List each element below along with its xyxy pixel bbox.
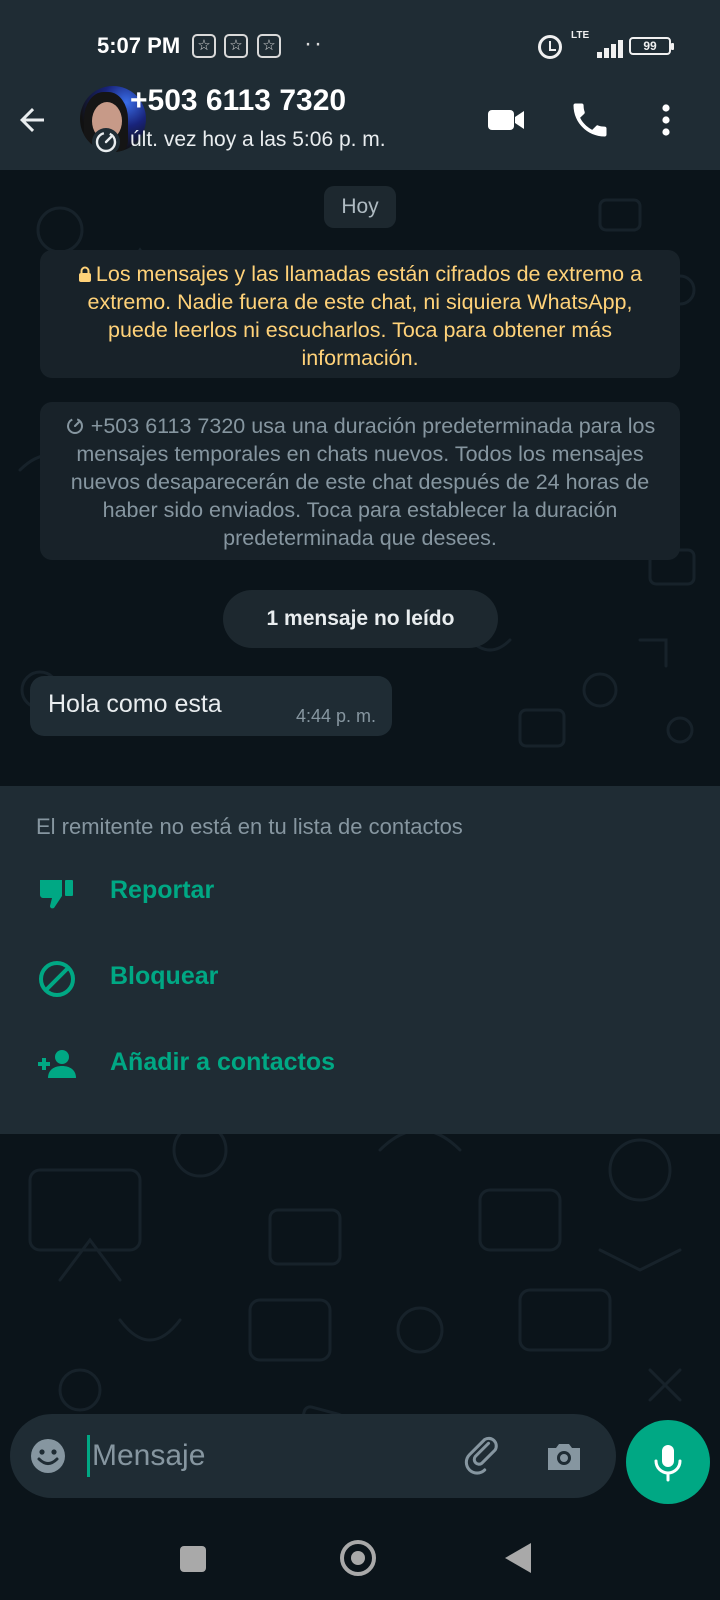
back-arrow-icon[interactable] (14, 102, 50, 138)
status-time: 5:07 PM (97, 33, 181, 58)
more-options-icon[interactable] (644, 98, 688, 142)
video-call-icon[interactable] (484, 98, 528, 142)
last-seen: últ. vez hoy a las 5:06 p. m. (130, 128, 386, 151)
encryption-notice-text: Los mensajes y las llamadas están cifrad… (87, 262, 643, 370)
add-person-icon (38, 1050, 76, 1078)
status-icons: LTE 99 (530, 28, 680, 62)
message-text: Hola como esta (48, 690, 222, 718)
unknown-sender-panel: El remitente no está en tu lista de cont… (0, 786, 720, 1134)
thumbs-down-icon (40, 880, 73, 909)
mic-icon (654, 1445, 682, 1482)
unknown-sender-info: El remitente no está en tu lista de cont… (36, 814, 463, 839)
contact-name[interactable]: +503 6113 7320 (130, 84, 346, 118)
star-notification-icon: ☆ (224, 34, 248, 58)
home-button[interactable] (340, 1540, 376, 1576)
camera-icon[interactable] (542, 1434, 586, 1478)
block-button[interactable]: Bloquear (0, 942, 720, 1012)
battery-icon: 99 (629, 37, 674, 55)
incoming-message-bubble[interactable]: Hola como esta 4:44 p. m. (30, 676, 392, 736)
battery-level: 99 (643, 39, 657, 53)
chat-area[interactable]: Hoy Los mensajes y las llamadas están ci… (0, 170, 720, 1540)
attach-icon[interactable] (462, 1434, 506, 1478)
app-bar: +503 6113 7320 últ. vez hoy a las 5:06 p… (0, 82, 720, 170)
navigation-bar (0, 1540, 720, 1600)
status-bar: 5:07 PM ☆ ☆ ☆ ·· LTE 99 (0, 0, 720, 90)
add-contact-button[interactable]: Añadir a contactos (0, 1028, 720, 1098)
report-button[interactable]: Reportar (0, 856, 720, 926)
alarm-icon (538, 35, 562, 59)
star-notification-icon: ☆ (192, 34, 216, 58)
date-chip: Hoy (324, 186, 396, 228)
message-time: 4:44 p. m. (295, 706, 376, 726)
timer-icon (66, 418, 83, 434)
voice-call-icon[interactable] (568, 98, 612, 142)
emoji-icon[interactable] (28, 1436, 68, 1476)
encryption-notice[interactable]: Los mensajes y las llamadas están cifrad… (40, 250, 680, 378)
top-bar: 5:07 PM ☆ ☆ ☆ ·· LTE 99 +503 6113 7320 ú… (0, 0, 720, 170)
add-contact-label: Añadir a contactos (110, 1048, 336, 1076)
back-button[interactable] (505, 1543, 531, 1573)
star-notification-icon: ☆ (257, 34, 281, 58)
signal-icon (585, 38, 625, 58)
more-notifications-icon: ·· (304, 30, 324, 57)
lock-icon (78, 266, 91, 282)
report-label: Reportar (110, 876, 215, 904)
unread-messages-chip: 1 mensaje no leído (223, 590, 498, 648)
text-cursor (87, 1435, 90, 1477)
message-composer (10, 1414, 616, 1498)
disappearing-timer-icon (92, 128, 120, 156)
block-icon (39, 961, 75, 997)
recents-button[interactable] (180, 1546, 206, 1572)
disappearing-notice-text: +503 6113 7320 usa una duración predeter… (70, 414, 656, 550)
voice-message-button[interactable] (626, 1420, 710, 1504)
message-input[interactable] (92, 1432, 432, 1480)
disappearing-messages-notice[interactable]: +503 6113 7320 usa una duración predeter… (40, 402, 680, 560)
block-label: Bloquear (110, 962, 219, 990)
